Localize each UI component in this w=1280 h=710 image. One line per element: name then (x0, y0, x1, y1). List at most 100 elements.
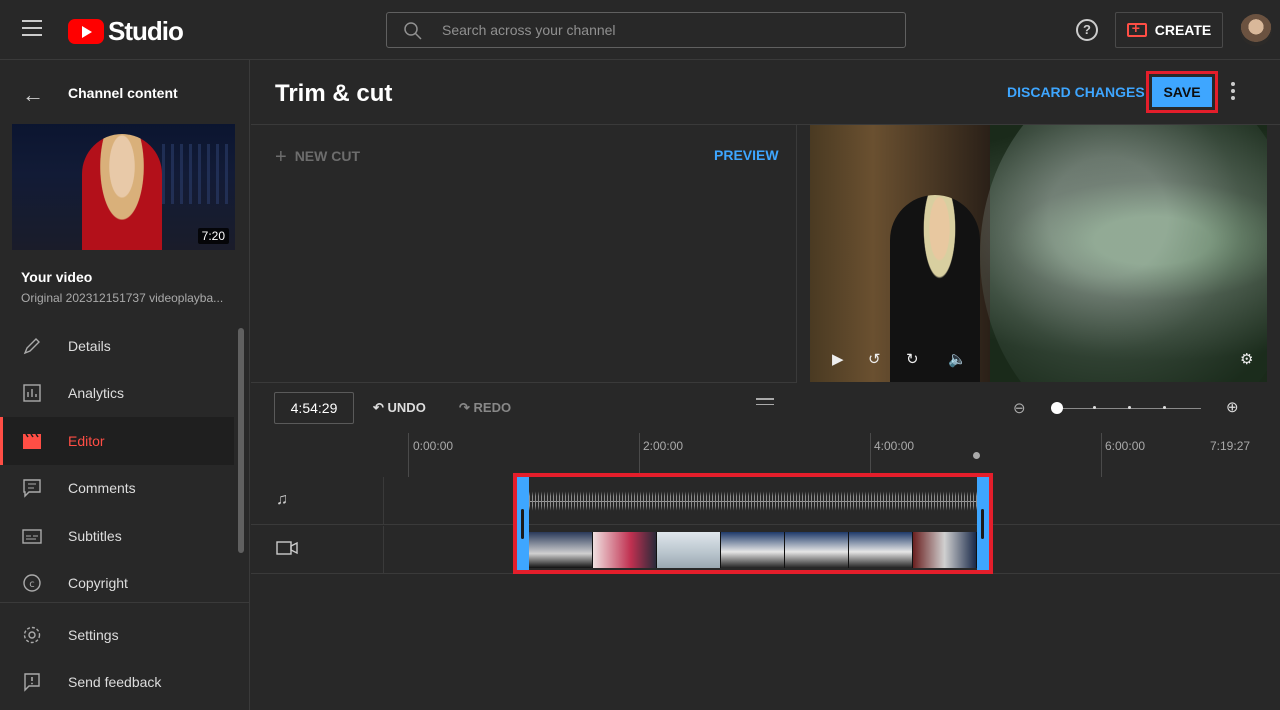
video-camera-icon (276, 541, 298, 555)
ruler-label: 7:19:27 (1210, 439, 1251, 453)
timeline-ruler[interactable]: 0:00:00 2:00:00 4:00:00 6:00:00 7:19:27 (251, 433, 1280, 477)
studio-logo[interactable]: Studio (68, 16, 184, 47)
ruler-label: 2:00:00 (643, 439, 684, 453)
page-title: Trim & cut (275, 80, 393, 107)
sidebar-item-label: Details (68, 337, 111, 354)
sidebar-scrollbar[interactable] (238, 328, 244, 553)
create-video-icon (1126, 20, 1147, 37)
undo-button[interactable]: ↶ UNDO (373, 400, 426, 416)
redo-button[interactable]: ↷ REDO (459, 400, 511, 416)
player-controls: ▶ ↺ ↻ 🔈 ⚙ (810, 342, 1267, 382)
playhead-marker[interactable] (973, 452, 980, 459)
ruler-label: 6:00:00 (1105, 439, 1146, 453)
audio-waveform (529, 485, 977, 517)
ruler-tick (1101, 433, 1102, 477)
video-preview-player[interactable]: ▶ ↺ ↻ 🔈 ⚙ (810, 125, 1267, 382)
ruler-label: 4:00:00 (874, 439, 915, 453)
sidebar-item-label: Settings (68, 626, 119, 643)
save-button[interactable]: SAVE (1152, 77, 1212, 107)
ruler-tick (408, 433, 409, 477)
analytics-icon (23, 384, 41, 402)
sidebar-item-label: Analytics (68, 385, 125, 402)
search-icon (404, 22, 422, 40)
timecode-field[interactable]: 4:54:29 (274, 392, 354, 424)
editor-icon (23, 433, 41, 449)
sidebar-bottom-nav: Settings Send feedback (0, 611, 250, 706)
zoom-step-dot (1128, 406, 1131, 409)
volume-icon[interactable]: 🔈 (948, 350, 967, 368)
svg-text:c: c (29, 579, 35, 590)
create-button[interactable]: CREATE (1115, 12, 1223, 48)
trim-handle-left[interactable] (517, 477, 529, 570)
comments-icon (23, 479, 41, 498)
avatar[interactable] (1240, 14, 1272, 46)
timeline-toolbar: 4:54:29 ↶ UNDO ↷ REDO ⊖ ⊕ (251, 383, 1280, 433)
sidebar-item-label: Editor (68, 432, 105, 449)
thumbnail-person (82, 134, 162, 250)
panel-resize-handle[interactable] (756, 398, 774, 409)
sidebar-item-copyright[interactable]: c Copyright (0, 560, 234, 608)
search-box[interactable] (386, 12, 906, 48)
filmstrip-frame (593, 532, 657, 568)
undo-icon: ↶ (373, 400, 384, 415)
video-name: Original 202312151737 videoplayba... (21, 291, 224, 305)
music-note-icon: ♫ (276, 491, 288, 508)
cut-panel: + NEW CUT PREVIEW (251, 125, 797, 383)
filmstrip-frame (657, 532, 721, 568)
sidebar-item-label: Send feedback (68, 674, 162, 691)
video-duration: 7:20 (197, 228, 229, 244)
forward-10-icon[interactable]: ↻ (906, 350, 919, 368)
ruler-tick (870, 433, 871, 477)
pencil-icon (23, 337, 40, 355)
back-arrow-icon[interactable]: ← (22, 82, 44, 108)
redo-icon: ↷ (459, 400, 470, 415)
video-thumbnail[interactable]: 7:20 (12, 124, 235, 250)
logo-text: Studio (108, 16, 184, 46)
sidebar-item-analytics[interactable]: Analytics (0, 370, 234, 418)
sidebar-item-label: Comments (68, 480, 136, 497)
feedback-icon (24, 673, 40, 692)
undo-label: UNDO (387, 400, 426, 415)
sidebar-item-comments[interactable]: Comments (0, 465, 234, 513)
thumbnail-background (162, 144, 232, 204)
sidebar-item-details[interactable]: Details (0, 322, 234, 370)
menu-icon[interactable] (22, 20, 42, 36)
zoom-slider-knob[interactable] (1051, 402, 1063, 414)
youtube-logo-icon (68, 19, 104, 44)
save-highlight: SAVE (1146, 71, 1218, 113)
search-input[interactable] (442, 13, 882, 47)
filmstrip-frame (913, 532, 977, 568)
channel-content-title: Channel content (68, 85, 178, 101)
more-options-icon[interactable] (1231, 82, 1235, 103)
ruler-tick (639, 433, 640, 477)
settings-gear-icon[interactable]: ⚙ (1240, 350, 1253, 368)
sidebar-nav: Details Analytics Editor Comments Subtit… (0, 322, 234, 607)
sidebar-item-label: Subtitles (68, 527, 122, 544)
zoom-out-icon[interactable]: ⊖ (1013, 399, 1026, 417)
editor-header: Trim & cut DISCARD CHANGES SAVE (251, 60, 1280, 125)
subtitles-icon (22, 529, 42, 544)
top-bar: Studio ? CREATE (0, 0, 1280, 60)
sidebar-item-label: Copyright (68, 575, 128, 592)
video-track-label (251, 526, 384, 574)
trim-handle-right[interactable] (977, 477, 989, 570)
redo-label: REDO (473, 400, 512, 415)
filmstrip-frame (529, 532, 593, 568)
help-icon[interactable]: ? (1076, 19, 1098, 41)
create-label: CREATE (1154, 22, 1212, 38)
audio-track-label: ♫ (251, 477, 384, 525)
ruler-label: 0:00:00 (413, 439, 454, 453)
zoom-step-dot (1093, 406, 1096, 409)
sidebar-item-subtitles[interactable]: Subtitles (0, 512, 234, 560)
zoom-in-icon[interactable]: ⊕ (1226, 398, 1239, 416)
filmstrip-frame (785, 532, 849, 568)
sidebar-item-settings[interactable]: Settings (0, 611, 250, 659)
trim-clip[interactable] (517, 477, 989, 570)
sidebar-item-send-feedback[interactable]: Send feedback (0, 659, 250, 707)
play-icon[interactable]: ▶ (832, 350, 844, 368)
new-cut-button[interactable]: + NEW CUT (275, 146, 360, 169)
preview-button[interactable]: PREVIEW (714, 147, 779, 163)
rewind-10-icon[interactable]: ↺ (868, 350, 881, 368)
sidebar-item-editor[interactable]: Editor (0, 417, 234, 465)
discard-changes-button[interactable]: DISCARD CHANGES (1007, 84, 1145, 100)
